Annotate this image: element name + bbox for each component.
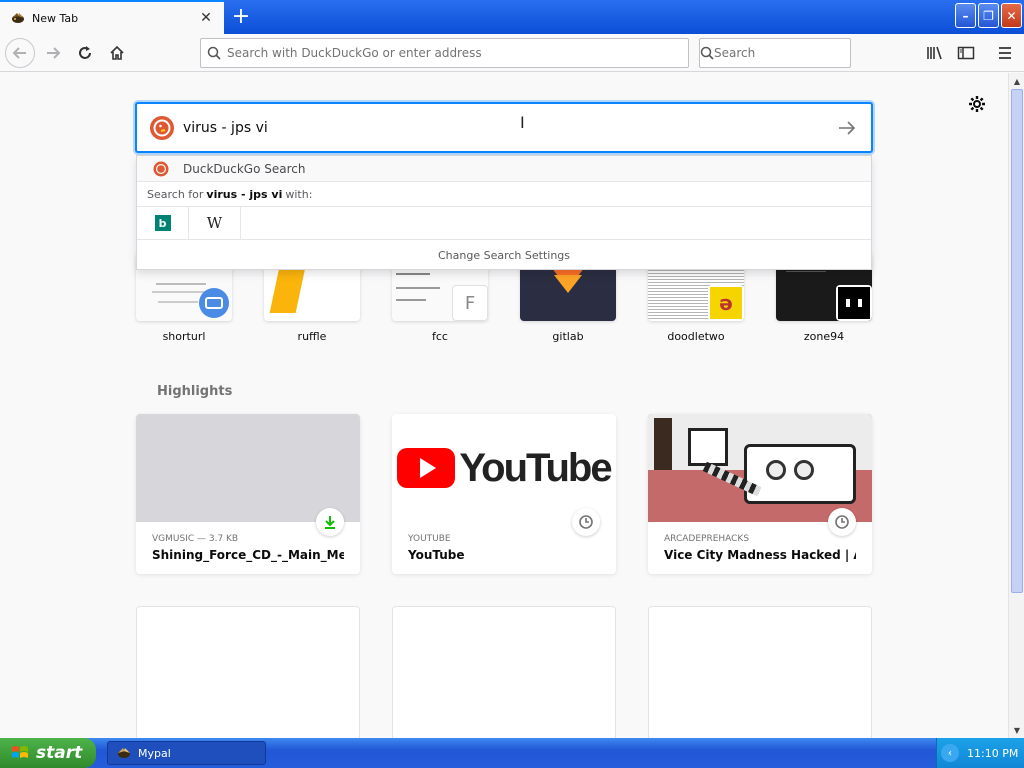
search-for-term: virus - jps vi	[206, 187, 283, 201]
site-label: zone94	[803, 330, 845, 343]
suggestion-duckduckgo[interactable]: DuckDuckGo Search	[137, 156, 871, 182]
duckduckgo-icon	[153, 161, 169, 176]
tray-expand-icon[interactable]: ‹	[941, 744, 959, 762]
card-source: VGMUSIC — 3.7 KB	[152, 534, 239, 544]
youtube-wordmark: YouTube	[459, 445, 612, 490]
tab-title: New Tab	[32, 11, 79, 25]
suggestion-label: DuckDuckGo Search	[183, 161, 306, 176]
search-for-line: Search for virus - jps vi with:	[137, 182, 871, 207]
download-icon	[316, 508, 344, 536]
address-bar[interactable]	[200, 38, 689, 68]
one-off-engines: b W	[137, 206, 871, 240]
wikipedia-icon: W	[206, 214, 223, 232]
site-label: doodletwo	[667, 330, 725, 343]
mypal-app-icon	[118, 748, 130, 758]
reload-button[interactable]	[70, 38, 100, 68]
scroll-thumb[interactable]	[1011, 89, 1023, 593]
sidebar-button[interactable]	[951, 38, 981, 68]
hamburger-menu-icon	[999, 47, 1011, 59]
back-button[interactable]	[5, 38, 35, 68]
empty-highlight-placeholder	[648, 606, 872, 738]
start-button[interactable]: start	[0, 738, 96, 768]
duckduckgo-logo-icon	[150, 115, 174, 140]
site-favicon-icon	[836, 285, 872, 321]
mypal-favicon-icon	[12, 13, 24, 23]
search-icon	[700, 46, 714, 60]
card-source: ARCADEPREHACKS	[664, 534, 750, 544]
change-search-settings-button[interactable]: Change Search Settings	[137, 240, 871, 270]
card-title: Shining_Force_CD_-_Main_Menu....	[152, 548, 344, 562]
scroll-up-arrow-icon[interactable]: ▲	[1010, 73, 1024, 89]
taskbar-item-label: Mypal	[138, 746, 171, 760]
home-icon	[110, 45, 124, 60]
search-for-prefix: Search for	[147, 187, 204, 201]
new-tab-page: shorturl ruffle F fcc gitlab ǝ doodletwo	[0, 73, 1008, 738]
site-label: fcc	[432, 330, 448, 343]
scroll-down-arrow-icon[interactable]: ▼	[1010, 722, 1024, 738]
library-button[interactable]	[920, 38, 950, 68]
empty-highlight-placeholder	[392, 606, 616, 738]
card-image	[136, 414, 360, 522]
bing-icon: b	[154, 215, 171, 231]
forward-button[interactable]	[38, 38, 68, 68]
search-bar[interactable]	[699, 38, 864, 68]
youtube-play-icon	[397, 448, 456, 488]
card-title: YouTube	[408, 548, 465, 562]
back-arrow-icon	[12, 47, 26, 59]
page-search-input[interactable]	[183, 119, 827, 136]
engine-bing-button[interactable]: b	[137, 206, 189, 240]
clock: 11:10 PM	[967, 746, 1019, 760]
new-tab-button[interactable]: +	[228, 4, 254, 30]
navigation-bar	[0, 34, 1024, 72]
engine-wikipedia-button[interactable]: W	[189, 206, 241, 240]
search-suggestions-dropdown: DuckDuckGo Search Search for virus - jps…	[136, 155, 872, 270]
library-icon	[927, 46, 942, 60]
site-favicon-icon: F	[452, 285, 488, 321]
highlight-card[interactable]: ARCADEPREHACKS Vice City Madness Hacked …	[648, 414, 872, 574]
taskbar-item-mypal[interactable]: Mypal	[107, 741, 266, 765]
minimize-button[interactable]: –	[955, 3, 976, 28]
card-title: Vice City Madness Hacked | Arca...	[664, 548, 856, 562]
windows-flag-icon	[12, 746, 28, 758]
site-favicon-icon	[196, 285, 232, 321]
system-tray: ‹ 11:10 PM	[936, 738, 1024, 768]
start-label: start	[36, 743, 83, 763]
close-window-button[interactable]: ✕	[1001, 3, 1022, 28]
site-label: ruffle	[297, 330, 327, 343]
site-favicon-icon: ǝ	[708, 285, 744, 321]
search-for-suffix: with:	[285, 187, 313, 201]
windows-taskbar: start Mypal ‹ 11:10 PM	[0, 738, 1024, 768]
empty-highlight-placeholder	[136, 606, 360, 738]
menu-button[interactable]	[990, 38, 1020, 68]
youtube-logo: YouTube	[397, 445, 613, 491]
search-input[interactable]	[714, 46, 864, 60]
search-go-arrow-icon[interactable]	[827, 120, 867, 135]
home-button[interactable]	[102, 38, 132, 68]
card-image: YouTube	[392, 414, 616, 522]
highlight-card[interactable]: VGMUSIC — 3.7 KB Shining_Force_CD_-_Main…	[136, 414, 360, 574]
tab-close-icon[interactable]: ✕	[196, 8, 216, 28]
highlight-card[interactable]: YouTube YOUTUBE YouTube	[392, 414, 616, 574]
forward-arrow-icon	[47, 47, 61, 59]
sidebar-icon	[957, 46, 975, 60]
maximize-button[interactable]: ❐	[978, 3, 999, 28]
highlights-heading: Highlights	[157, 384, 233, 399]
clock-icon	[572, 508, 600, 536]
card-source: YOUTUBE	[408, 534, 451, 544]
site-label: gitlab	[552, 330, 584, 343]
tab-new-tab[interactable]: New Tab ✕	[0, 0, 224, 34]
page-search-box[interactable]: I	[135, 102, 873, 153]
clock-icon	[828, 508, 856, 536]
card-image	[648, 414, 872, 522]
tab-bar: New Tab ✕ + – ❐ ✕	[0, 0, 1024, 34]
address-input[interactable]	[227, 46, 688, 60]
site-label: shorturl	[162, 330, 206, 343]
page-scrollbar[interactable]: ▲ ▼	[1008, 73, 1024, 738]
reload-icon	[79, 46, 91, 59]
search-icon	[201, 46, 227, 60]
text-cursor-icon: I	[520, 113, 525, 132]
settings-gear-icon[interactable]	[966, 93, 988, 115]
